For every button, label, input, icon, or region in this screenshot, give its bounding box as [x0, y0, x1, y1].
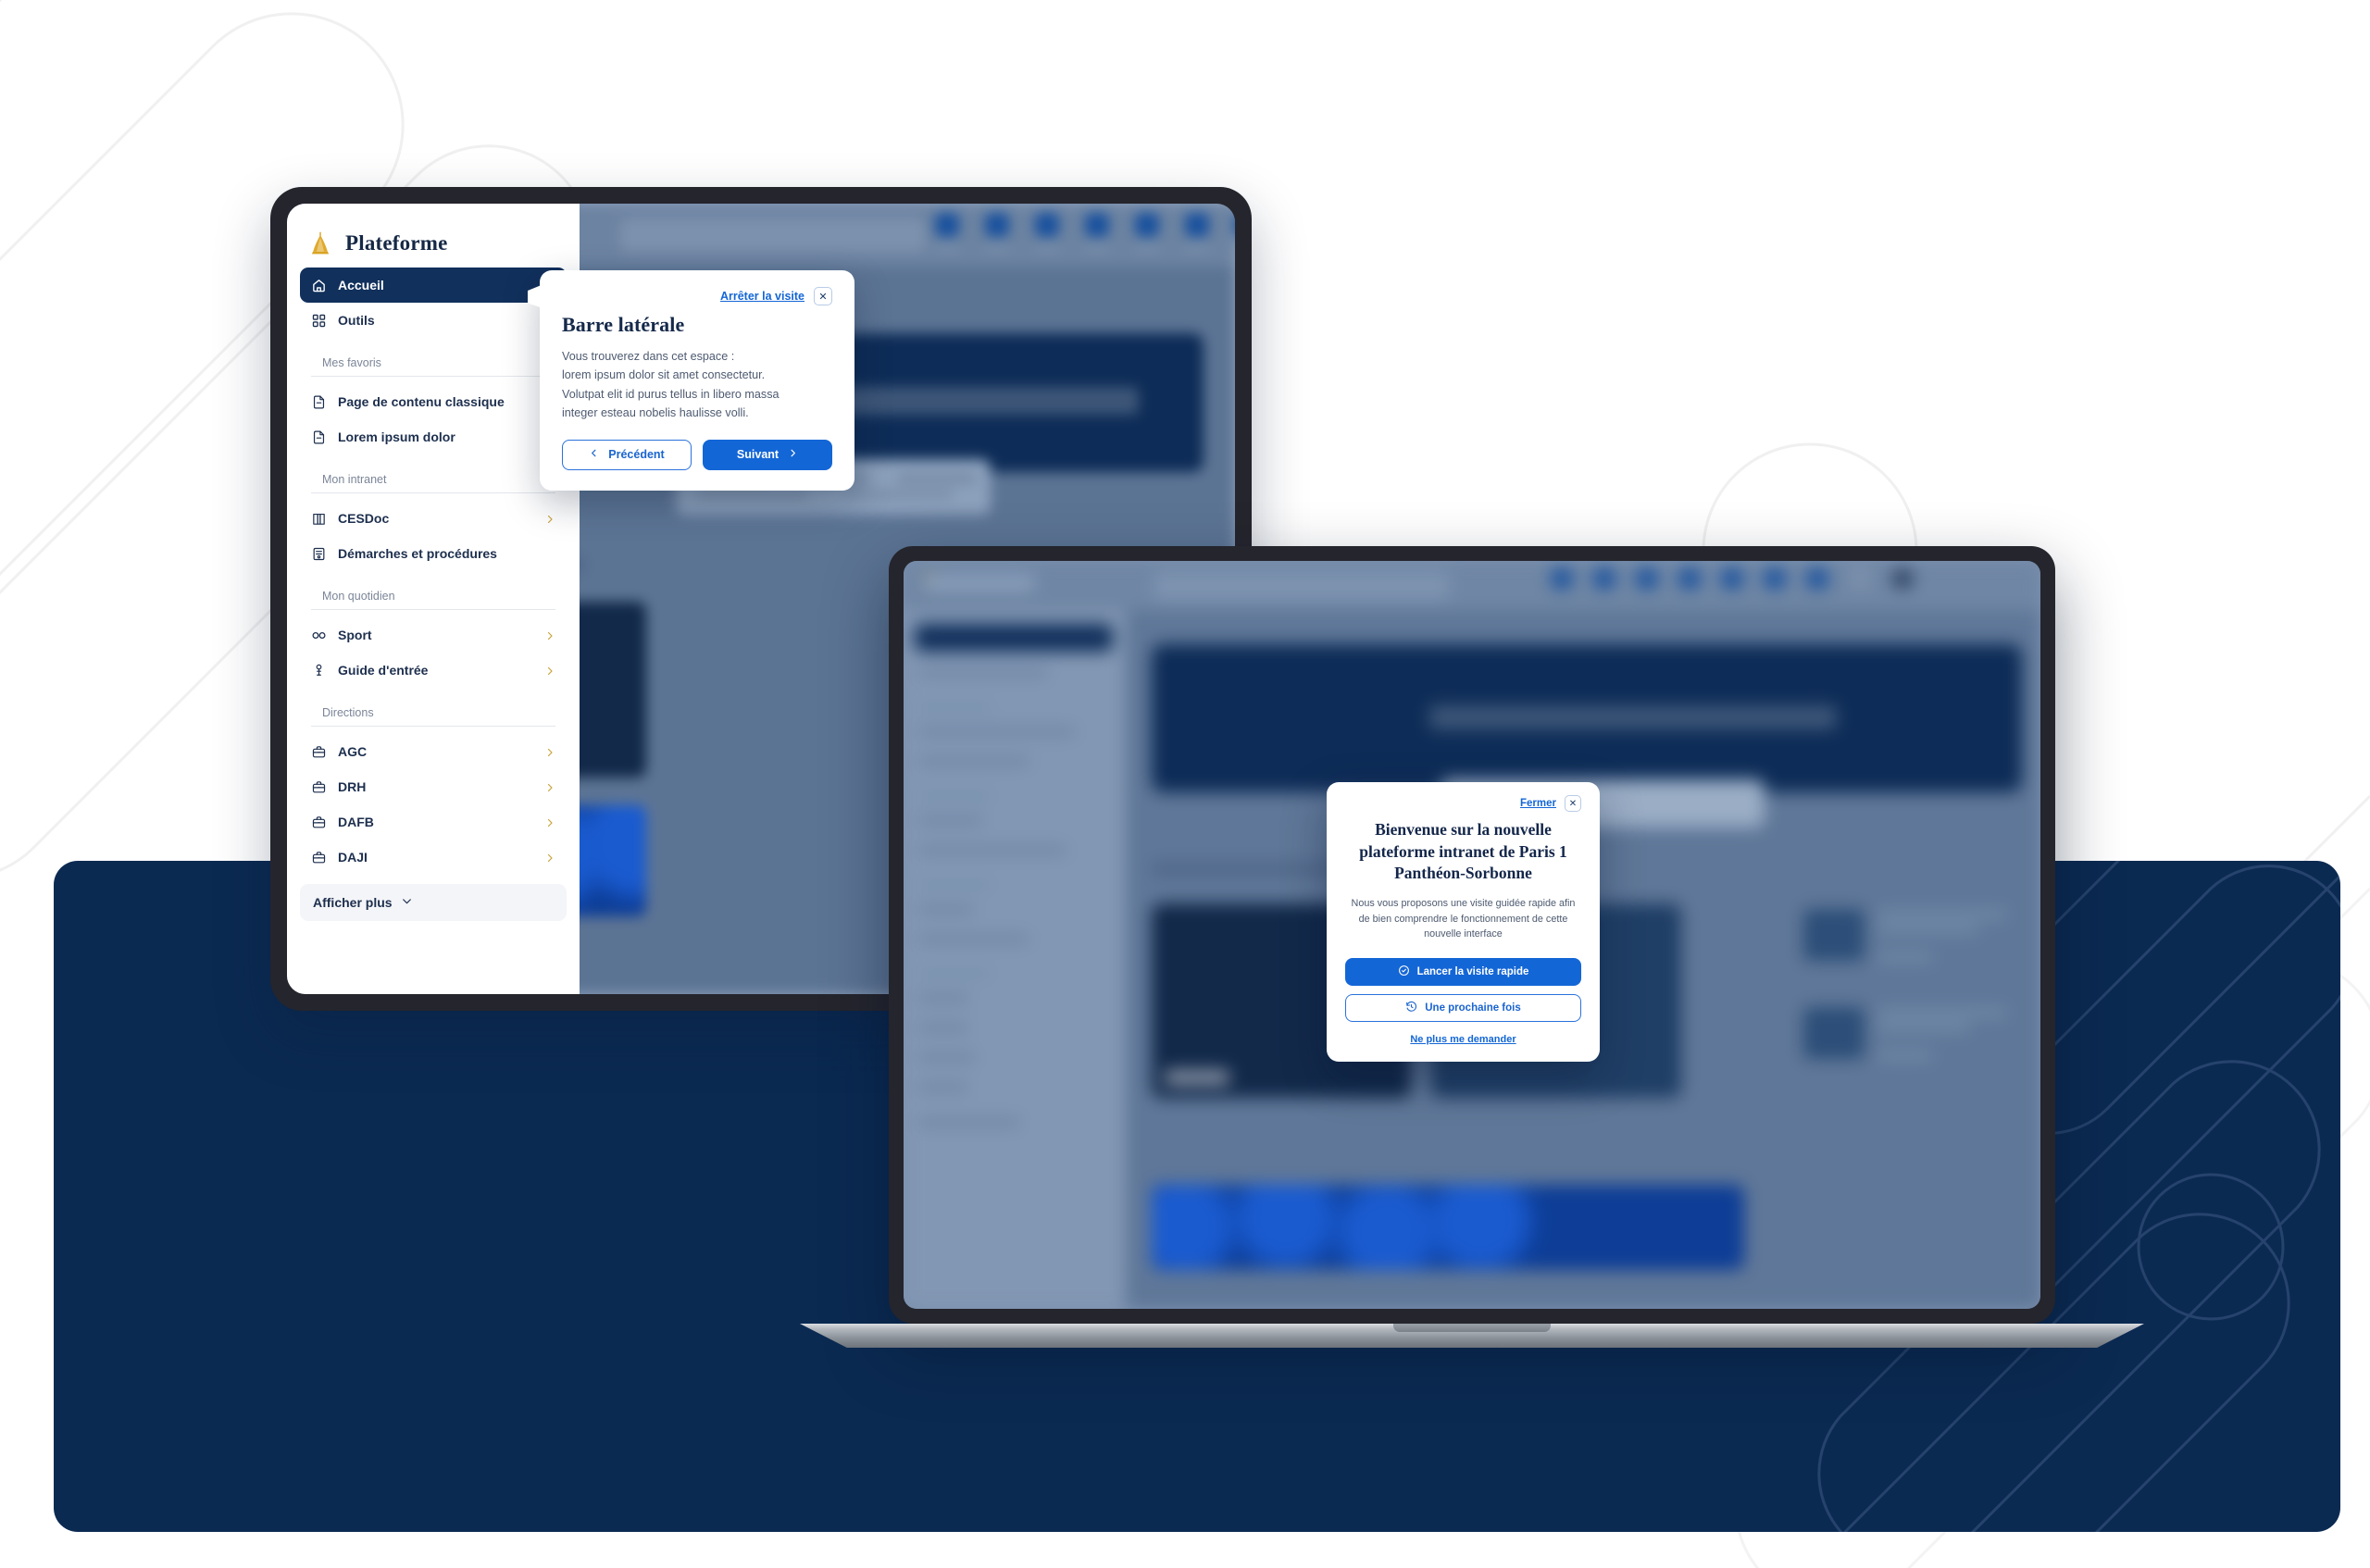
briefcase-icon: [311, 779, 327, 795]
sidebar-item-label: AGC: [338, 744, 368, 759]
chevron-right-icon: [544, 781, 555, 792]
sidebar-group-label: Mon intranet: [311, 473, 555, 493]
chevron-right-icon: [544, 852, 555, 863]
briefcase-icon: [311, 815, 327, 830]
key-icon: [311, 663, 327, 678]
popover-header: Arrêter la visite ✕: [562, 287, 832, 305]
chevron-right-icon: [788, 448, 798, 461]
sidebar-item-demarches-et-procedures[interactable]: Démarches et procédures: [300, 536, 567, 571]
popover-body: Vous trouverez dans cet espace : lorem i…: [562, 350, 780, 420]
sorbonne-dome-logo-icon: [307, 230, 333, 256]
start-tour-button[interactable]: Lancer la visite rapide: [1345, 958, 1581, 987]
never-ask-link[interactable]: Ne plus me demander: [1345, 1034, 1581, 1045]
sidebar-item-label: DRH: [338, 779, 367, 794]
check-circle-icon: [1398, 964, 1410, 979]
modal-actions: Lancer la visite rapide Une prochaine fo…: [1345, 958, 1581, 1023]
popover-actions: Précédent Suivant: [562, 439, 832, 470]
document-page-icon: [311, 429, 327, 445]
chevron-right-icon: [544, 746, 555, 757]
sidebar-item-label: Outils: [338, 313, 375, 328]
close-icon[interactable]: ✕: [814, 287, 832, 305]
sidebar-item-agc[interactable]: AGC: [300, 734, 567, 769]
next-label: Suivant: [736, 448, 780, 462]
sidebar-item-label: CESDoc: [338, 511, 390, 526]
chevron-right-icon: [544, 629, 555, 641]
stop-tour-link[interactable]: Arrêter la visite: [720, 290, 805, 303]
sidebar-item-outils[interactable]: Outils: [300, 303, 567, 338]
sidebar-item-label: Lorem ipsum dolor: [338, 429, 455, 444]
document-page-icon: [311, 394, 327, 410]
close-icon[interactable]: ✕: [1565, 795, 1581, 812]
sidebar-item-cesdoc[interactable]: CESDoc: [300, 501, 567, 536]
clock-rewind-icon: [1405, 1001, 1417, 1015]
sidebar-item-accueil[interactable]: Accueil: [300, 268, 567, 303]
sidebar-item-sport[interactable]: Sport: [300, 617, 567, 653]
clipboard-icon: [311, 546, 327, 562]
show-more-label: Afficher plus: [313, 895, 393, 910]
next-button[interactable]: Suivant: [703, 439, 832, 470]
sidebar-item-label: Sport: [338, 628, 372, 642]
binoculars-icon: [311, 628, 327, 643]
chevron-down-icon: [401, 895, 413, 910]
brand-name: Plateforme: [345, 231, 448, 255]
sidebar-item-label: Page de contenu classique: [338, 394, 505, 409]
welcome-modal: Fermer ✕ Bienvenue sur la nouvelle plate…: [1327, 782, 1600, 1063]
later-label: Une prochaine fois: [1425, 1002, 1521, 1014]
sidebar: Plateforme Accueil Outils Mes favoris Pa…: [287, 204, 580, 994]
chevron-right-icon: [544, 513, 555, 524]
book-open-icon: [311, 511, 327, 527]
later-button[interactable]: Une prochaine fois: [1345, 994, 1581, 1023]
grid-apps-icon: [311, 313, 327, 329]
briefcase-icon: [311, 850, 327, 865]
brand[interactable]: Plateforme: [287, 204, 580, 256]
sidebar-item-drh[interactable]: DRH: [300, 769, 567, 804]
sidebar-nav: Accueil Outils Mes favoris Page de conte…: [287, 256, 580, 875]
sidebar-item-daji[interactable]: DAJI: [300, 840, 567, 875]
home-icon: [311, 278, 327, 293]
modal-header: Fermer ✕: [1345, 795, 1581, 812]
sidebar-item-label: DAJI: [338, 850, 368, 865]
start-tour-label: Lancer la visite rapide: [1416, 966, 1529, 978]
sidebar-item-dafb[interactable]: DAFB: [300, 804, 567, 840]
sidebar-item-label: Démarches et procédures: [338, 546, 497, 561]
sidebar-group-label: Mes favoris: [311, 356, 555, 377]
sidebar-item-label: DAFB: [338, 815, 374, 829]
laptop-base-notch: [1393, 1324, 1551, 1332]
chevron-right-icon: [544, 665, 555, 676]
popover-title: Barre latérale: [562, 313, 685, 336]
sidebar-item-label: Accueil: [338, 278, 384, 292]
modal-title: Bienvenue sur la nouvelle plateforme int…: [1359, 820, 1567, 883]
sidebar-item-label: Guide d'entrée: [338, 663, 429, 678]
sidebar-item-lorem-ipsum-dolor[interactable]: Lorem ipsum dolor: [300, 419, 567, 454]
modal-subtitle: Nous vous proposons une visite guidée ra…: [1351, 897, 1576, 940]
chevron-left-icon: [589, 448, 599, 461]
previous-button[interactable]: Précédent: [562, 439, 692, 470]
tour-popover: Arrêter la visite ✕ Barre latérale Vous …: [540, 270, 854, 491]
show-more-button[interactable]: Afficher plus: [300, 884, 567, 921]
briefcase-icon: [311, 744, 327, 760]
modal-close-link[interactable]: Fermer: [1520, 798, 1556, 809]
sidebar-item-page-de-contenu-classique[interactable]: Page de contenu classique: [300, 384, 567, 419]
sidebar-group-label: Directions: [311, 706, 555, 727]
sidebar-item-guide-d-entree[interactable]: Guide d'entrée: [300, 653, 567, 688]
chevron-right-icon: [544, 816, 555, 828]
previous-label: Précédent: [608, 448, 665, 462]
sidebar-group-label: Mon quotidien: [311, 590, 555, 610]
